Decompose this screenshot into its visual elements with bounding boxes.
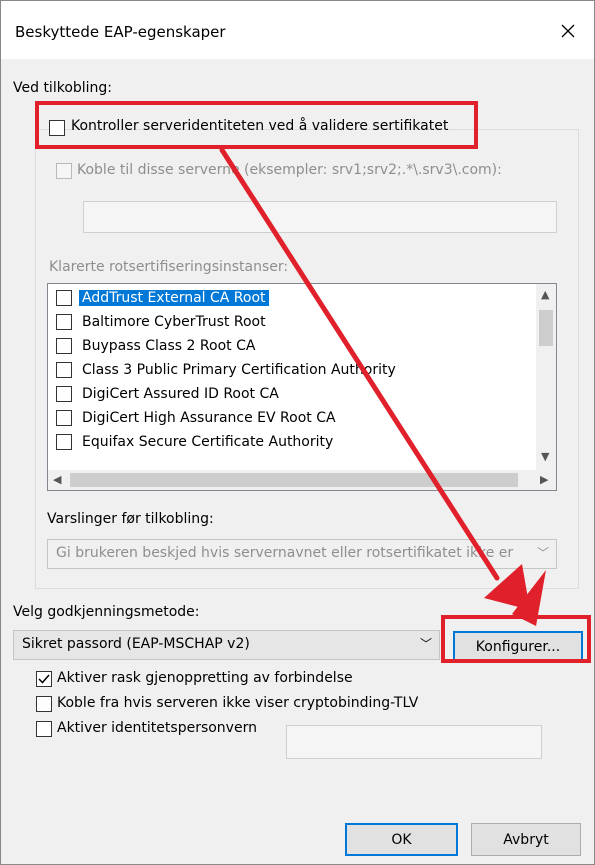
red-arrow-icon [219,147,546,626]
